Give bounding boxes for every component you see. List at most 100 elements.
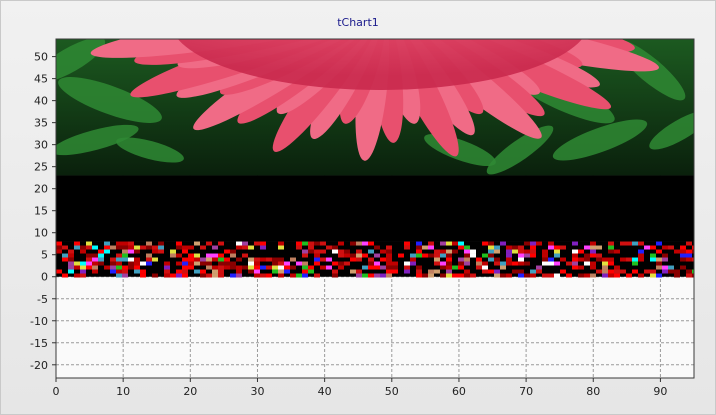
noise-pixel [74,265,80,270]
noise-pixel [428,241,434,246]
y-tick-label: -15 [30,337,48,350]
noise-pixel [392,265,398,270]
noise-pixel [152,257,158,262]
noise-pixel [392,269,398,274]
black-band [56,175,694,242]
noise-pixel [116,241,122,246]
noise-pixel [266,257,272,262]
noise-pixel [218,257,224,262]
noise-pixel [224,261,230,266]
noise-pixel [452,265,458,270]
y-tick-label: -5 [37,293,48,306]
noise-pixel [212,253,218,258]
noise-pixel [632,269,638,274]
noise-pixel [368,241,374,246]
noise-pixel [128,241,134,246]
noise-pixel [146,241,152,246]
noise-pixel [152,273,158,278]
noise-pixel [326,265,332,270]
noise-pixel [386,269,392,274]
noise-pixel [254,241,260,246]
noise-pixel [134,269,140,274]
noise-pixel [284,269,290,274]
noise-pixel [590,241,596,246]
noise-pixel [530,253,536,258]
noise-pixel [494,261,500,266]
noise-pixel [74,261,80,266]
noise-pixel [446,257,452,262]
noise-pixel [86,265,92,270]
noise-pixel [530,249,536,254]
noise-pixel [56,241,62,246]
noise-pixel [476,261,482,266]
noise-pixel [200,245,206,250]
noise-pixel [524,249,530,254]
noise-pixel [638,241,644,246]
noise-pixel [278,261,284,266]
noise-pixel [590,249,596,254]
noise-pixel [74,245,80,250]
noise-pixel [386,249,392,254]
noise-pixel [524,273,530,278]
noise-pixel [680,249,686,254]
noise-pixel [308,265,314,270]
noise-pixel [458,265,464,270]
noise-pixel [272,269,278,274]
noise-pixel [308,249,314,254]
noise-pixel [206,273,212,278]
noise-pixel [518,253,524,258]
noise-pixel [560,257,566,262]
noise-pixel [350,241,356,246]
noise-pixel [128,257,134,262]
noise-pixel [242,245,248,250]
noise-pixel [650,273,656,278]
noise-pixel [434,249,440,254]
noise-pixel [272,257,278,262]
noise-pixel [548,257,554,262]
noise-pixel [176,241,182,246]
noise-pixel [188,261,194,266]
noise-pixel [224,265,230,270]
noise-pixel [416,253,422,258]
noise-pixel [362,273,368,278]
noise-pixel [182,273,188,278]
noise-pixel [584,261,590,266]
noise-pixel [122,253,128,258]
noise-pixel [338,241,344,246]
noise-pixel [314,257,320,262]
noise-pixel [692,249,694,254]
noise-pixel [122,273,128,278]
noise-pixel [86,261,92,266]
noise-pixel [236,273,242,278]
noise-pixel [416,245,422,250]
noise-pixel [362,265,368,270]
noise-pixel [296,245,302,250]
noise-pixel [164,265,170,270]
noise-pixel [296,273,302,278]
noise-pixel [386,245,392,250]
noise-pixel [206,253,212,258]
noise-pixel [254,269,260,274]
y-tick-label: 0 [41,271,48,284]
noise-pixel [692,273,694,278]
noise-pixel [374,245,380,250]
noise-pixel [500,265,506,270]
noise-pixel [74,273,80,278]
noise-pixel [92,269,98,274]
noise-pixel [344,261,350,266]
noise-pixel [416,241,422,246]
noise-pixel [656,241,662,246]
noise-pixel [602,265,608,270]
noise-pixel [350,253,356,258]
chart-plot[interactable]: 50454035302520151050-5-10-15-200 10 20 30 40… [0,0,716,415]
noise-pixel [638,253,644,258]
noise-pixel [356,269,362,274]
noise-pixel [488,245,494,250]
noise-pixel [680,257,686,262]
noise-pixel [230,261,236,266]
noise-pixel [272,265,278,270]
noise-pixel [434,257,440,262]
noise-pixel [230,253,236,258]
noise-pixel [194,257,200,262]
noise-pixel [386,265,392,270]
